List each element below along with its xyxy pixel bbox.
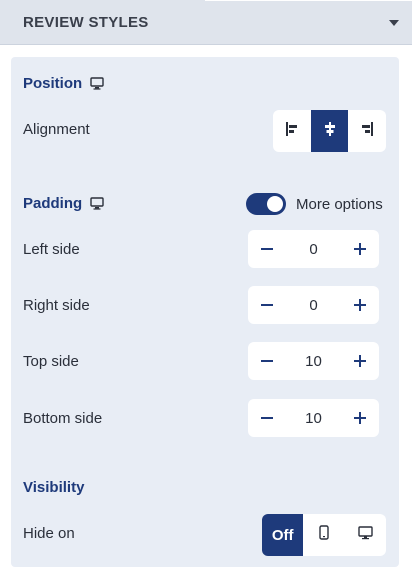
align-right-icon	[359, 121, 375, 142]
decrement-button[interactable]	[258, 296, 276, 314]
more-options: More options	[246, 193, 383, 215]
more-options-toggle[interactable]	[246, 193, 286, 215]
increment-button[interactable]	[351, 296, 369, 314]
hide-desktop-button[interactable]	[345, 514, 386, 556]
more-options-label: More options	[296, 195, 383, 213]
right-side-value[interactable]: 0	[276, 297, 351, 314]
padding-title-label: Padding	[23, 195, 83, 212]
align-center-button[interactable]	[310, 110, 349, 152]
decrement-button[interactable]	[258, 409, 276, 427]
align-center-icon	[322, 121, 338, 142]
align-left-icon	[284, 121, 300, 142]
top-side-value[interactable]: 10	[276, 353, 351, 370]
increment-button[interactable]	[351, 409, 369, 427]
top-side-label: Top side	[23, 353, 79, 370]
hide-on-selector: Off	[262, 514, 386, 556]
desktop-icon	[90, 77, 104, 90]
section-title: REVIEW STYLES	[23, 13, 149, 31]
alignment-label: Alignment	[23, 121, 90, 138]
right-side-stepper: 0	[248, 286, 379, 324]
top-side-stepper: 10	[248, 342, 379, 380]
mobile-icon	[318, 525, 330, 545]
hide-off-button[interactable]: Off	[262, 514, 304, 556]
review-styles-header[interactable]: REVIEW STYLES	[0, 0, 412, 45]
right-side-label: Right side	[23, 297, 90, 314]
position-section-title: Position	[23, 75, 104, 92]
padding-section-title: Padding	[23, 195, 104, 212]
decrement-button[interactable]	[258, 352, 276, 370]
position-title-label: Position	[23, 75, 83, 92]
bottom-side-label: Bottom side	[23, 410, 103, 427]
chevron-down-icon[interactable]	[389, 20, 399, 26]
bottom-side-value[interactable]: 10	[276, 410, 351, 427]
visibility-title-label: Visibility	[23, 479, 85, 496]
align-left-button[interactable]	[273, 110, 311, 152]
bottom-side-stepper: 10	[248, 399, 379, 437]
increment-button[interactable]	[351, 240, 369, 258]
alignment-selector	[273, 110, 386, 152]
align-right-button[interactable]	[348, 110, 386, 152]
hide-on-label: Hide on	[23, 525, 75, 542]
decrement-button[interactable]	[258, 240, 276, 258]
visibility-section-title: Visibility	[23, 479, 84, 496]
left-side-value[interactable]: 0	[276, 241, 351, 258]
hide-off-label: Off	[271, 526, 294, 544]
header-divider	[205, 0, 412, 1]
left-side-stepper: 0	[248, 230, 379, 268]
left-side-label: Left side	[23, 241, 80, 258]
desktop-icon	[90, 197, 104, 210]
increment-button[interactable]	[351, 352, 369, 370]
toggle-knob	[267, 196, 283, 212]
hide-mobile-button[interactable]	[303, 514, 344, 556]
desktop-icon	[358, 525, 373, 545]
